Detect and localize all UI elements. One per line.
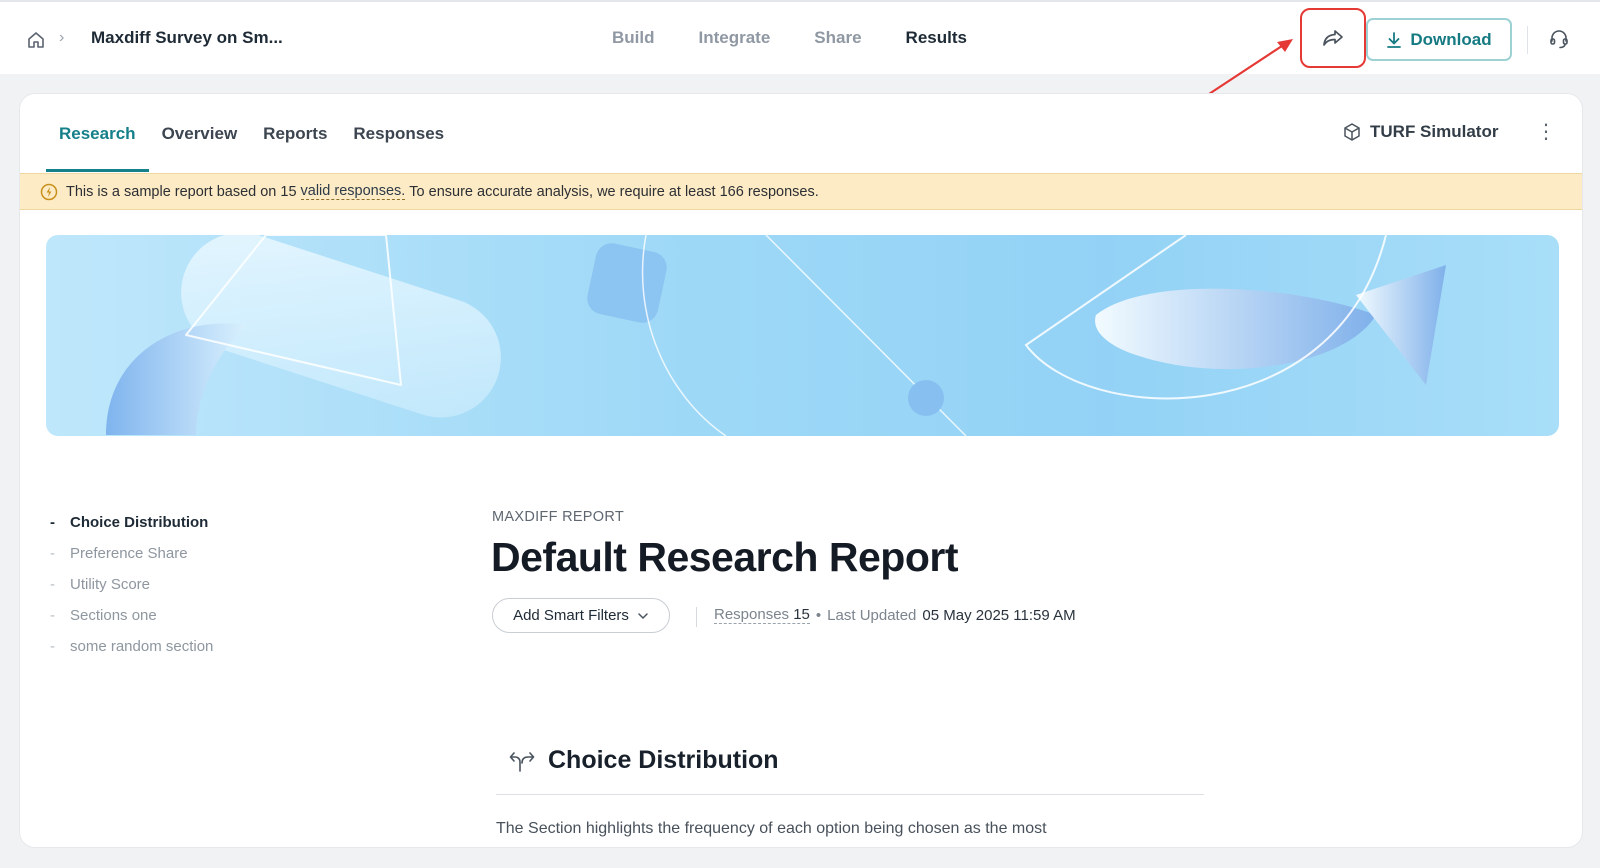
tab-share[interactable]: Share xyxy=(792,28,883,48)
turf-simulator-label: TURF Simulator xyxy=(1370,122,1499,141)
subtab-reports[interactable]: Reports xyxy=(250,94,340,172)
tab-integrate[interactable]: Integrate xyxy=(677,28,793,48)
header-divider xyxy=(1527,26,1528,54)
section-header: Choice Distribution xyxy=(508,746,779,775)
outline-item-label: Utility Score xyxy=(70,576,151,593)
section-divider xyxy=(496,794,1204,795)
section-title: Choice Distribution xyxy=(548,746,779,774)
split-arrows-icon xyxy=(509,751,535,772)
banner-text-after: To ensure accurate analysis, we require … xyxy=(409,183,819,200)
last-updated-value: 05 May 2025 11:59 AM xyxy=(922,606,1076,624)
outline-item-sections-one[interactable]: - Sections one xyxy=(50,600,213,631)
lightning-icon xyxy=(40,183,58,200)
turf-simulator-button[interactable]: TURF Simulator xyxy=(1342,122,1498,142)
responses-count[interactable]: Responses 15 xyxy=(714,606,810,624)
report-kicker: MAXDIFF REPORT xyxy=(492,509,625,525)
headset-icon[interactable] xyxy=(1548,28,1570,50)
outline-item-label: Choice Distribution xyxy=(70,514,209,531)
tab-results[interactable]: Results xyxy=(884,28,989,48)
share-forward-icon xyxy=(1323,30,1343,46)
outline-dash: - xyxy=(50,514,55,531)
section-description: The Section highlights the frequency of … xyxy=(496,820,1047,837)
chevron-down-icon xyxy=(638,612,648,619)
responses-value: 15 xyxy=(793,606,810,623)
results-subnav: Research Overview Reports Responses xyxy=(46,94,457,172)
meta-divider xyxy=(696,607,697,627)
tab-build[interactable]: Build xyxy=(590,28,677,48)
survey-title[interactable]: Maxdiff Survey on Sm... xyxy=(91,28,283,48)
download-label: Download xyxy=(1410,29,1492,49)
valid-responses-link[interactable]: valid responses. xyxy=(300,183,406,200)
outline-item-some-random-section[interactable]: - some random section xyxy=(50,631,213,662)
more-options-icon[interactable]: ⋮ xyxy=(1536,122,1556,142)
outline-dash: - xyxy=(50,607,55,624)
top-bar: › Maxdiff Survey on Sm... Build Integrat… xyxy=(0,0,1600,74)
hero-banner-image xyxy=(46,235,1559,436)
outline-dash: - xyxy=(50,638,55,655)
outline-item-choice-distribution[interactable]: - Choice Distribution xyxy=(50,507,213,538)
home-icon[interactable] xyxy=(26,30,46,50)
outline-item-preference-share[interactable]: - Preference Share xyxy=(50,538,213,569)
add-smart-filters-button[interactable]: Add Smart Filters xyxy=(492,598,670,633)
sample-report-banner: This is a sample report based on 15 vali… xyxy=(20,173,1582,210)
download-icon xyxy=(1387,31,1402,48)
outline-dash: - xyxy=(50,545,55,562)
share-button[interactable] xyxy=(1300,8,1366,68)
banner-text-before: This is a sample report based on 15 xyxy=(66,183,297,200)
subtab-research[interactable]: Research xyxy=(46,94,149,172)
subtab-responses[interactable]: Responses xyxy=(340,94,457,172)
download-button[interactable]: Download xyxy=(1366,18,1512,61)
subtab-overview[interactable]: Overview xyxy=(149,94,251,172)
main-nav: Build Integrate Share Results xyxy=(590,28,989,48)
outline-item-label: Sections one xyxy=(70,607,157,624)
results-card: Research Overview Reports Responses TURF… xyxy=(19,93,1583,848)
responses-label: Responses xyxy=(714,606,790,623)
meta-separator: • xyxy=(815,606,822,624)
outline-dash: - xyxy=(50,576,55,593)
filters-label: Add Smart Filters xyxy=(513,607,629,624)
outline-item-utility-score[interactable]: - Utility Score xyxy=(50,569,213,600)
report-meta: Responses 15 • Last Updated 05 May 2025 … xyxy=(714,606,1076,624)
outline-item-label: Preference Share xyxy=(70,545,188,562)
last-updated-label: Last Updated xyxy=(827,606,917,624)
report-outline: - Choice Distribution - Preference Share… xyxy=(50,507,213,662)
outline-item-label: some random section xyxy=(70,638,214,655)
hero-illustration xyxy=(106,235,1446,436)
chevron-right-icon: › xyxy=(59,29,65,46)
cube-icon xyxy=(1344,123,1360,141)
report-title: Default Research Report xyxy=(491,534,958,580)
